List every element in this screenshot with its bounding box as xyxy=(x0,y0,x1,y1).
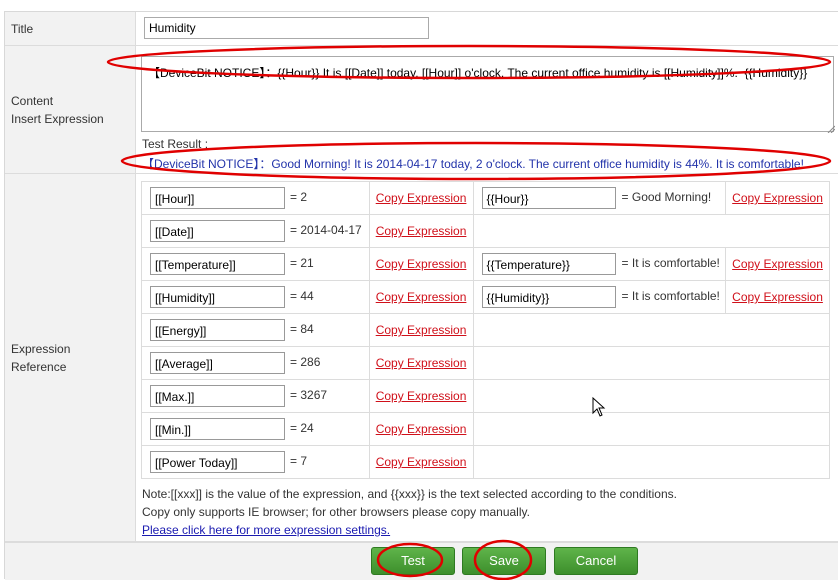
expression-row: [[Hour]] = 2 Copy Expression {{Hour}} = Good… xyxy=(141,181,830,215)
expression-cell: [[Energy]] = 84 xyxy=(141,313,370,347)
condition-value: = It is comfortable! xyxy=(621,256,720,270)
expression-input[interactable]: [[Temperature]] xyxy=(150,253,285,275)
condition-value: = It is comfortable! xyxy=(621,289,720,303)
condition-input[interactable]: {{Hour}} xyxy=(481,187,616,209)
content-label: Content xyxy=(11,94,54,108)
condition-cell: {{Hour}} = Good Morning! xyxy=(472,181,727,215)
expression-value: = 2 xyxy=(290,190,308,204)
copy-expression-link[interactable]: Copy Expression xyxy=(376,257,467,271)
empty-condition-cell xyxy=(472,379,831,413)
copy-expression-link[interactable]: Copy Expression xyxy=(376,422,467,436)
empty-condition-cell xyxy=(472,313,831,347)
condition-value: = Good Morning! xyxy=(621,190,712,204)
test-result-text: 【DeviceBit NOTICE】：Good Morning! It is 2… xyxy=(142,157,804,171)
expression-input[interactable]: [[Average]] xyxy=(150,352,285,374)
more-expression-settings-link[interactable]: Please click here for more expression se… xyxy=(142,523,390,537)
copy-cell-2: Copy Expression xyxy=(725,181,830,215)
expression-input[interactable]: [[Min.]] xyxy=(150,418,285,440)
note-line-1: Note:[[xxx]] is the value of the express… xyxy=(142,487,677,501)
cancel-button[interactable]: Cancel xyxy=(554,547,638,575)
copy-cell: Copy Expression xyxy=(368,280,474,314)
test-result-label: Test Result : xyxy=(142,137,209,151)
expression-row: [[Energy]] = 84 Copy Expression xyxy=(141,313,831,347)
copy-condition-link[interactable]: Copy Expression xyxy=(732,257,823,271)
expression-row: [[Min.]] = 24 Copy Expression xyxy=(141,412,831,446)
copy-cell: Copy Expression xyxy=(368,346,474,380)
copy-cell-2: Copy Expression xyxy=(725,247,830,281)
copy-condition-link[interactable]: Copy Expression xyxy=(732,191,823,205)
expression-row: [[Date]] = 2014-04-17 Copy Expression xyxy=(141,214,831,248)
content-label-cell: Content Insert Expression xyxy=(5,46,136,174)
expression-value: = 2014-04-17 xyxy=(290,223,362,237)
content-textarea[interactable]: 【DeviceBit NOTICE】：{{Hour}} It is [[Date… xyxy=(141,56,834,132)
reference-label: Reference xyxy=(11,360,67,374)
expression-row: [[Temperature]] = 21 Copy Expression {{Temp… xyxy=(141,247,830,281)
condition-input[interactable]: {{Temperature}} xyxy=(481,253,616,275)
copy-cell: Copy Expression xyxy=(368,445,474,479)
expression-value: = 44 xyxy=(290,289,314,303)
expression-value: = 84 xyxy=(290,322,314,336)
copy-cell-2: Copy Expression xyxy=(725,280,830,314)
expression-value: = 24 xyxy=(290,421,314,435)
expression-cell: [[Max.]] = 3267 xyxy=(141,379,370,413)
expression-value: = 3267 xyxy=(290,388,328,402)
expression-input[interactable]: [[Power Today]] xyxy=(150,451,285,473)
copy-cell: Copy Expression xyxy=(368,379,474,413)
expression-cell: [[Humidity]] = 44 xyxy=(141,280,370,314)
expression-cell: [[Average]] = 286 xyxy=(141,346,370,380)
test-button[interactable]: Test xyxy=(371,547,455,575)
copy-cell: Copy Expression xyxy=(368,214,474,248)
copy-cell: Copy Expression xyxy=(368,247,474,281)
expression-cell: [[Power Today]] = 7 xyxy=(141,445,370,479)
expression-table: [[Hour]] = 2 Copy Expression {{Hour}} = Good… xyxy=(141,181,831,479)
expression-cell: [[Hour]] = 2 xyxy=(141,181,370,215)
copy-cell: Copy Expression xyxy=(368,313,474,347)
copy-expression-link[interactable]: Copy Expression xyxy=(376,389,467,403)
title-input[interactable] xyxy=(144,17,429,39)
copy-condition-link[interactable]: Copy Expression xyxy=(732,290,823,304)
message-form: Title Content Insert Expression Expressi… xyxy=(4,11,838,580)
condition-input[interactable]: {{Humidity}} xyxy=(481,286,616,308)
save-button[interactable]: Save xyxy=(462,547,546,575)
empty-condition-cell xyxy=(472,214,831,248)
expression-input[interactable]: [[Date]] xyxy=(150,220,285,242)
expression-input[interactable]: [[Hour]] xyxy=(150,187,285,209)
copy-expression-link[interactable]: Copy Expression xyxy=(376,290,467,304)
note-line-2: Copy only supports IE browser; for other… xyxy=(142,505,530,519)
copy-expression-link[interactable]: Copy Expression xyxy=(376,191,467,205)
expression-input[interactable]: [[Humidity]] xyxy=(150,286,285,308)
copy-expression-link[interactable]: Copy Expression xyxy=(376,224,467,238)
expression-input[interactable]: [[Max.]] xyxy=(150,385,285,407)
condition-cell: {{Humidity}} = It is comfortable! xyxy=(472,280,727,314)
expression-input[interactable]: [[Energy]] xyxy=(150,319,285,341)
condition-cell: {{Temperature}} = It is comfortable! xyxy=(472,247,727,281)
expression-row: [[Humidity]] = 44 Copy Expression {{Humidit… xyxy=(141,280,830,314)
title-label: Title xyxy=(11,22,34,36)
expression-label: Expression xyxy=(11,342,71,356)
expression-label-cell: Expression Reference xyxy=(5,174,136,542)
expression-row: [[Average]] = 286 Copy Expression xyxy=(141,346,831,380)
empty-condition-cell xyxy=(472,445,831,479)
expression-row: [[Power Today]] = 7 Copy Expression xyxy=(141,445,831,479)
copy-cell: Copy Expression xyxy=(368,181,474,215)
empty-condition-cell xyxy=(472,346,831,380)
expression-row: [[Max.]] = 3267 Copy Expression xyxy=(141,379,831,413)
resize-grip-icon[interactable] xyxy=(827,125,835,133)
copy-expression-link[interactable]: Copy Expression xyxy=(376,455,467,469)
insert-expression-label: Insert Expression xyxy=(11,112,104,126)
expression-value: = 21 xyxy=(290,256,314,270)
copy-expression-link[interactable]: Copy Expression xyxy=(376,356,467,370)
expression-cell: [[Temperature]] = 21 xyxy=(141,247,370,281)
title-label-cell: Title xyxy=(5,12,136,46)
copy-cell: Copy Expression xyxy=(368,412,474,446)
expression-value: = 286 xyxy=(290,355,321,369)
empty-condition-cell xyxy=(472,412,831,446)
expression-value: = 7 xyxy=(290,454,308,468)
copy-expression-link[interactable]: Copy Expression xyxy=(376,323,467,337)
expression-cell: [[Min.]] = 24 xyxy=(141,412,370,446)
expression-cell: [[Date]] = 2014-04-17 xyxy=(141,214,370,248)
